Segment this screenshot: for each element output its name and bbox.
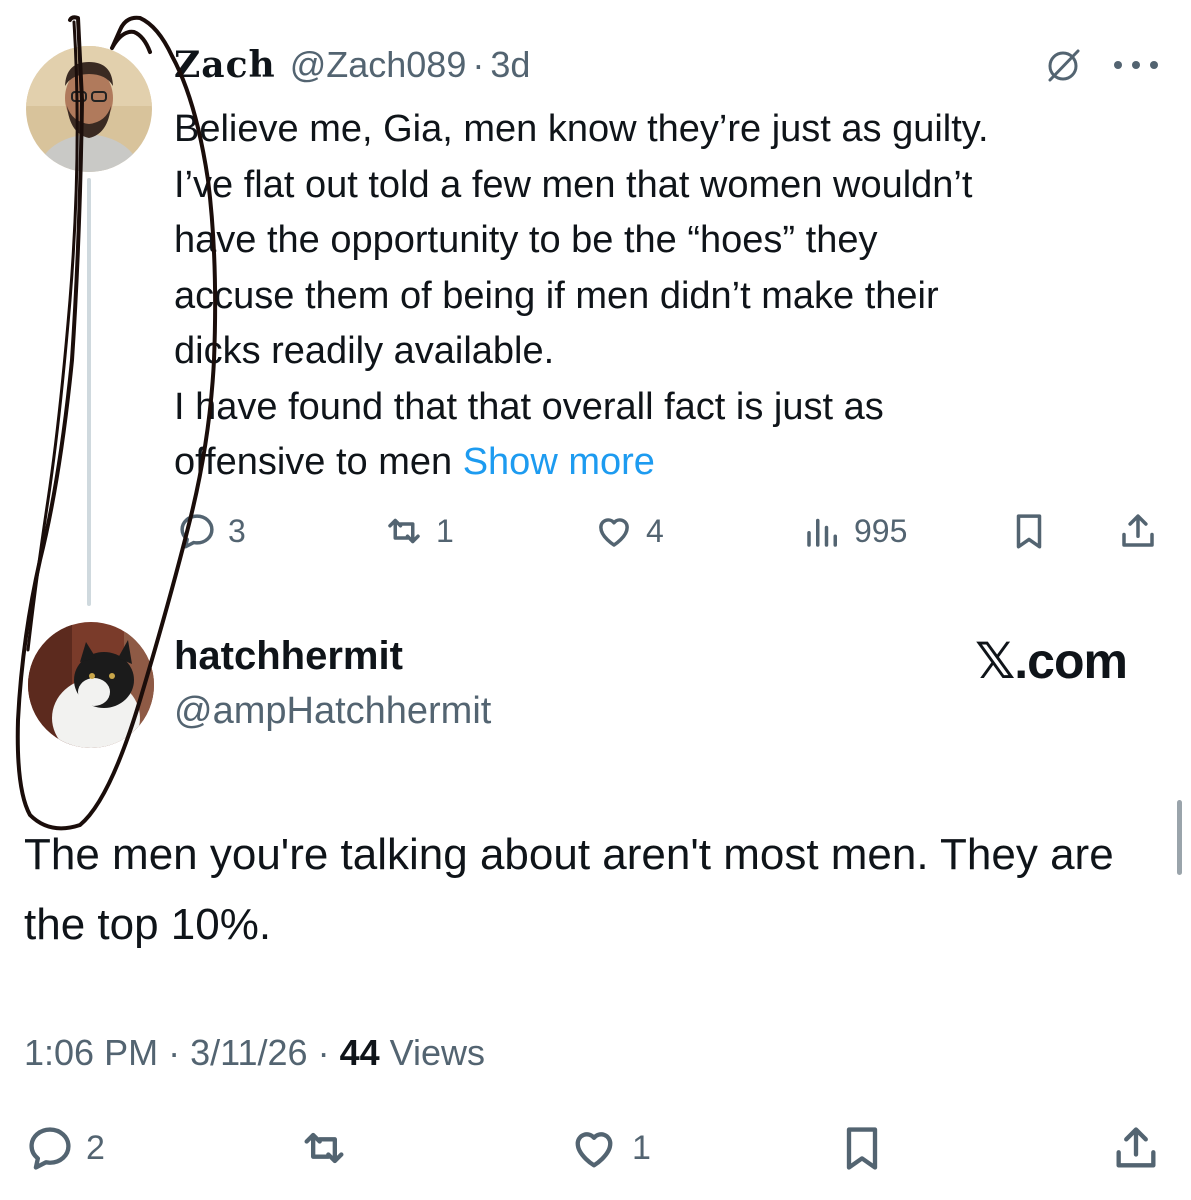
post-time: 1:06 PM xyxy=(24,1032,159,1073)
thread-line xyxy=(87,178,91,606)
post-timestamp: 1:06 PM · 3/11/26 · 44 Views xyxy=(24,1032,485,1074)
views-count: 995 xyxy=(854,512,908,549)
share-icon xyxy=(1116,1127,1156,1168)
post-share-action[interactable] xyxy=(1108,1122,1164,1174)
reply-body: Believe me, Gia, men know they’re just a… xyxy=(174,102,1164,491)
post-bookmark-action[interactable] xyxy=(836,1122,888,1174)
like-icon xyxy=(575,1132,613,1168)
post-author-name[interactable]: hatchhermit xyxy=(174,634,403,679)
post-reply-count: 2 xyxy=(86,1128,105,1167)
reply-author-handle[interactable]: @Zach089 xyxy=(290,44,467,86)
bookmark-action[interactable] xyxy=(1008,510,1050,552)
post-views-label: Views xyxy=(389,1032,486,1073)
reply-body-line: accuse them of being if men didn’t make … xyxy=(174,274,939,317)
views-action[interactable]: 995 xyxy=(802,510,907,552)
post-repost-action[interactable] xyxy=(296,1122,352,1174)
bookmark-icon xyxy=(846,1127,878,1170)
share-action[interactable] xyxy=(1116,510,1160,552)
post-like-action[interactable]: 1 xyxy=(566,1122,651,1174)
post-views-count: 44 xyxy=(339,1032,380,1073)
post-author-handle[interactable]: @ampHatchhermit xyxy=(174,690,491,733)
repost-action[interactable]: 1 xyxy=(382,510,454,552)
post-date: 3/11/26 xyxy=(190,1032,308,1073)
reply-icon xyxy=(29,1127,71,1170)
like-action[interactable]: 4 xyxy=(592,510,664,552)
repost-count: 1 xyxy=(436,512,454,549)
repost-icon xyxy=(388,518,420,544)
reply-body-line: dicks readily available. xyxy=(174,330,555,372)
post-like-count: 1 xyxy=(632,1128,651,1167)
meta-separator: · xyxy=(472,44,485,85)
zach-avatar[interactable] xyxy=(26,46,152,172)
post-text: The men you're talking about aren't most… xyxy=(24,830,1114,949)
meta-separator: · xyxy=(317,1032,330,1073)
reply-action[interactable]: 3 xyxy=(176,510,246,552)
reply-count: 3 xyxy=(228,512,246,549)
meta-separator: · xyxy=(168,1032,181,1073)
reply-icon xyxy=(180,514,214,549)
like-icon xyxy=(599,518,629,547)
reply-author-name[interactable]: Zach xyxy=(174,44,276,86)
reply-body-line: Believe me, Gia, men know they’re just a… xyxy=(174,108,989,150)
reply-body-line: I have found that that overall fact is j… xyxy=(174,385,884,428)
share-icon xyxy=(1122,514,1154,547)
more-icon[interactable] xyxy=(1110,58,1162,77)
repost-icon xyxy=(304,1132,344,1164)
bookmark-icon xyxy=(1016,514,1042,549)
reply-body-line: have the opportunity to be the “hoes” th… xyxy=(174,219,878,261)
grok-icon[interactable] xyxy=(1042,45,1084,92)
scrollbar[interactable] xyxy=(1177,800,1182,875)
post-reply-action[interactable]: 2 xyxy=(24,1122,105,1174)
reply-age[interactable]: 3d xyxy=(490,44,530,86)
reply-body-line: I’ve flat out told a few men that women … xyxy=(174,163,973,206)
like-count: 4 xyxy=(646,512,664,549)
views-icon xyxy=(807,518,837,547)
reply-body-line: offensive to men xyxy=(174,441,453,483)
x-brand-logo: 𝕏.com xyxy=(975,633,1128,689)
show-more-link[interactable]: Show more xyxy=(463,441,655,483)
hatchhermit-avatar[interactable] xyxy=(28,622,154,748)
